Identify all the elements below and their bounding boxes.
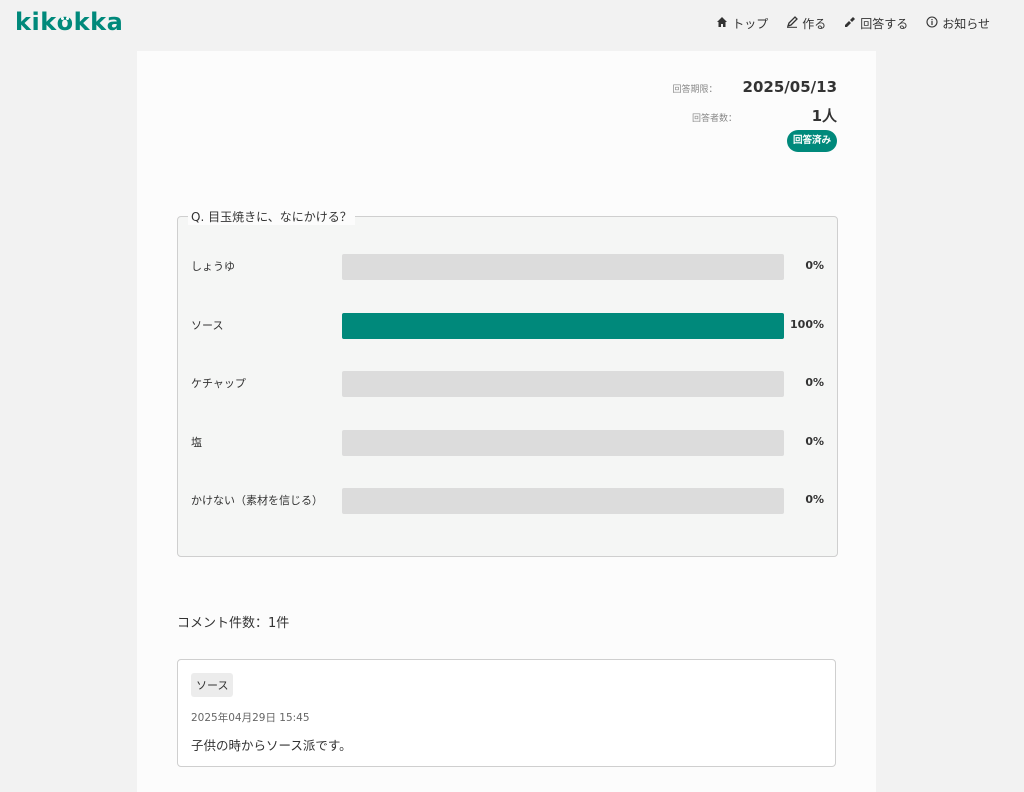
option-label: かけない（素材を信じる） xyxy=(191,494,323,507)
header: kiko kka トップ 作る 回答する お知らせ xyxy=(0,0,1024,50)
comment-count: コメント件数：1件 xyxy=(177,616,290,631)
nav-answer-label: 回答する xyxy=(860,17,909,31)
option-percent: 0% xyxy=(805,259,824,272)
nav-top-label: トップ xyxy=(732,17,769,31)
status-badge: 回答済み xyxy=(786,130,837,152)
result-bar xyxy=(342,430,784,456)
deadline-row: 回答期限： 2025/05/13 xyxy=(673,78,837,96)
respondents-label: 回答者数： xyxy=(692,114,738,124)
question-results: Q. 目玉焼きに、なにかける？ しょうゆ 0% ソース 100% ケチャップ 0… xyxy=(177,208,838,557)
result-bar xyxy=(342,371,784,397)
option-row: かけない（素材を信じる） 0% xyxy=(178,486,837,514)
brand-logo[interactable]: kiko kka xyxy=(15,8,123,36)
option-row: ソース 100% xyxy=(178,311,837,339)
result-bar xyxy=(342,313,784,339)
comment-choice-tag: ソース xyxy=(191,673,234,697)
result-bar-fill xyxy=(342,313,784,339)
comment-item: ソース 2025年04月29日 15:45 子供の時からソース派です。 xyxy=(177,659,836,767)
home-icon xyxy=(716,16,728,31)
respondents-value: 1人 xyxy=(811,107,837,125)
option-label: 塩 xyxy=(191,436,202,449)
deadline-label: 回答期限： xyxy=(672,85,718,95)
nav-news-label: お知らせ xyxy=(942,17,990,31)
option-row: ケチャップ 0% xyxy=(178,369,837,397)
nav-create[interactable]: 作る xyxy=(786,15,826,32)
info-icon xyxy=(926,16,938,31)
option-percent: 0% xyxy=(805,435,824,448)
respondents-row: 回答者数： 1人 xyxy=(692,105,837,126)
question-title: Q. 目玉焼きに、なにかける？ xyxy=(188,208,355,225)
option-percent: 0% xyxy=(805,493,824,506)
comment-date: 2025年04月29日 15:45 xyxy=(191,712,310,724)
option-row: 塩 0% xyxy=(178,428,837,456)
nav-top[interactable]: トップ xyxy=(716,15,768,32)
option-row: しょうゆ 0% xyxy=(178,252,837,280)
option-percent: 0% xyxy=(805,376,824,389)
result-bar xyxy=(342,488,784,514)
nav-create-label: 作る xyxy=(802,17,827,31)
comment-text: 子供の時からソース派です。 xyxy=(191,738,352,753)
top-nav: トップ 作る 回答する お知らせ xyxy=(716,15,990,32)
pencil-check-icon xyxy=(844,16,856,31)
pen-icon xyxy=(786,16,799,31)
deadline-value: 2025/05/13 xyxy=(742,78,837,96)
result-bar xyxy=(342,254,784,280)
option-label: ソース xyxy=(191,319,224,332)
option-label: しょうゆ xyxy=(191,260,235,273)
option-percent: 100% xyxy=(790,318,824,331)
survey-card: 回答期限： 2025/05/13 回答者数： 1人 回答済み Q. 目玉焼きに、… xyxy=(137,51,876,792)
nav-news[interactable]: お知らせ xyxy=(926,15,990,32)
option-label: ケチャップ xyxy=(191,377,246,390)
nav-answer[interactable]: 回答する xyxy=(844,15,908,32)
